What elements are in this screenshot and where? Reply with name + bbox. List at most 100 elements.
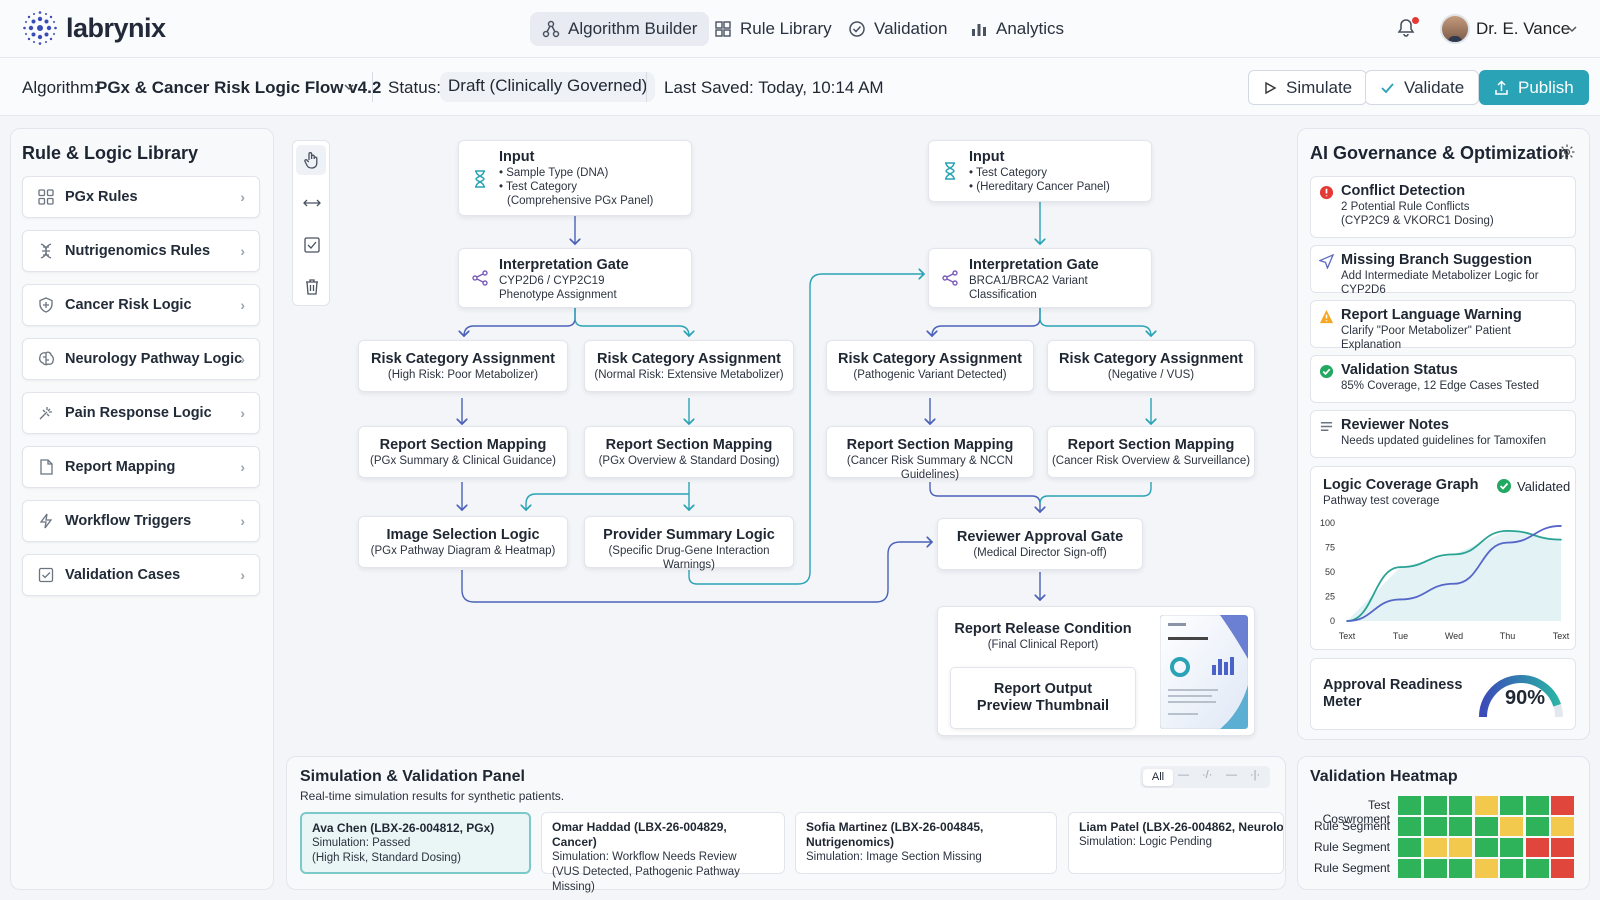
report-thumbnail-image[interactable] <box>1160 615 1248 729</box>
validation-status-card[interactable]: Validation Status 85% Coverage, 12 Edge … <box>1310 355 1576 403</box>
share-nodes-icon <box>472 270 488 286</box>
simulation-card-sofia-martinez[interactable]: Sofia Martinez (LBX-26-004845, Nutrigeno… <box>795 812 1057 874</box>
heatmap-cell[interactable] <box>1474 817 1498 836</box>
provider-summary-node[interactable]: Provider Summary Logic (Specific Drug-Ge… <box>584 516 794 571</box>
heatmap-cell[interactable] <box>1551 796 1574 815</box>
filter-option[interactable]: — <box>1178 769 1189 781</box>
simulation-card-ava-chen[interactable]: Ava Chen (LBX-26-004812, PGx) Simulation… <box>300 812 531 874</box>
node-title: Report Release Condition <box>954 621 1132 637</box>
pgx-risk-high-node[interactable]: Risk Category Assignment (High Risk: Poo… <box>358 340 568 392</box>
cancer-risk-pathogenic-node[interactable]: Risk Category Assignment (Pathogenic Var… <box>826 340 1034 392</box>
conflict-detection-card[interactable]: Conflict Detection 2 Potential Rule Conf… <box>1310 176 1576 238</box>
pgx-report-mapping-1[interactable]: Report Section Mapping (PGx Summary & Cl… <box>358 426 568 478</box>
series-area <box>1347 530 1561 621</box>
cancer-report-mapping-2[interactable]: Report Section Mapping (Cancer Risk Over… <box>1047 426 1255 478</box>
cancer-report-mapping-1[interactable]: Report Section Mapping (Cancer Risk Summ… <box>826 426 1034 481</box>
pgx-report-mapping-2[interactable]: Report Section Mapping (PGx Overview & S… <box>584 426 794 478</box>
reviewer-notes-card[interactable]: Reviewer Notes Needs updated guidelines … <box>1310 410 1576 458</box>
heatmap-cell[interactable] <box>1449 796 1472 815</box>
heatmap-cell[interactable] <box>1525 817 1549 836</box>
pgx-risk-normal-node[interactable]: Risk Category Assignment (Normal Risk: E… <box>584 340 794 392</box>
pgx-interpretation-gate[interactable]: Interpretation Gate CYP2D6 / CYP2C19 Phe… <box>458 248 692 308</box>
filter-all[interactable]: All <box>1143 769 1173 786</box>
filter-option[interactable]: — <box>1226 769 1237 781</box>
card-detail: 85% Coverage, 12 Edge Cases Tested <box>1341 380 1539 392</box>
simulation-detail: (VUS Detected, Pathogenic Pathway Missin… <box>552 866 740 893</box>
heatmap-cell[interactable] <box>1500 859 1523 878</box>
heatmap-cell[interactable] <box>1398 796 1421 815</box>
cancer-risk-negative-node[interactable]: Risk Category Assignment (Negative / VUS… <box>1047 340 1255 392</box>
node-title: Report Section Mapping <box>1067 437 1235 453</box>
hourglass-icon <box>475 170 485 188</box>
preview-label: Preview Thumbnail <box>976 698 1110 714</box>
heatmap-cell[interactable] <box>1525 796 1549 815</box>
heatmap-cell[interactable] <box>1449 859 1472 878</box>
preview-label: Report Output <box>993 681 1093 697</box>
heatmap-cell[interactable] <box>1398 859 1421 878</box>
gear-icon[interactable] <box>1558 143 1576 161</box>
filter-option[interactable]: ·|· <box>1250 769 1260 781</box>
logic-coverage-graph-card: Logic Coverage Graph Pathway test covera… <box>1310 466 1576 650</box>
data-point <box>1506 530 1509 532</box>
heatmap-cell[interactable] <box>1423 796 1447 815</box>
filter-option[interactable]: ·/· <box>1202 769 1212 781</box>
heatmap-cell[interactable] <box>1474 838 1498 857</box>
cancer-input-node[interactable]: Input • Test Category • (Hereditary Canc… <box>928 140 1152 202</box>
node-title: Report Section Mapping <box>846 437 1014 453</box>
node-detail: (Cancer Risk Summary & NCCN Guidelines) <box>846 455 1014 481</box>
card-detail: Clarify "Poor Metabolizer" Patient Expla… <box>1341 325 1511 351</box>
report-language-warning-card[interactable]: Report Language Warning Clarify "Poor Me… <box>1310 300 1576 351</box>
heatmap-cell[interactable] <box>1423 817 1447 836</box>
card-detail: Add Intermediate Metabolizer Logic for C… <box>1341 270 1539 296</box>
node-title: Report Section Mapping <box>605 437 773 453</box>
cancer-interpretation-gate[interactable]: Interpretation Gate BRCA1/BRCA2 Variant … <box>928 248 1152 308</box>
report-preview-button[interactable]: Report Output Preview Thumbnail <box>950 667 1136 729</box>
heatmap-cell[interactable] <box>1500 817 1523 836</box>
node-detail: Phenotype Assignment <box>499 289 617 301</box>
warning-icon <box>1319 309 1334 324</box>
simulation-card-omar-haddad[interactable]: Omar Haddad (LBX-26-004829, Cancer) Simu… <box>541 812 785 893</box>
heatmap-cell[interactable] <box>1474 796 1498 815</box>
card-detail: (CYP2C9 & VKORC1 Dosing) <box>1341 215 1494 227</box>
node-title: Risk Category Assignment <box>838 351 1022 367</box>
image-selection-node[interactable]: Image Selection Logic (PGx Pathway Diagr… <box>358 516 568 568</box>
heatmap-cell[interactable] <box>1398 838 1421 857</box>
simulation-title: Simulation & Validation Panel <box>300 768 525 785</box>
node-title: Input <box>969 149 1005 165</box>
node-detail: (PGx Pathway Diagram & Heatmap) <box>370 545 556 557</box>
simulation-subtitle: Real-time simulation results for synthet… <box>300 789 565 803</box>
simulation-result: Simulation: Passed <box>312 837 411 849</box>
node-detail: (Pathogenic Variant Detected) <box>853 369 1007 381</box>
missing-branch-card[interactable]: Missing Branch Suggestion Add Intermedia… <box>1310 245 1576 296</box>
simulation-result: Simulation: Workflow Needs Review <box>552 851 737 863</box>
heatmap-cell[interactable] <box>1449 838 1472 857</box>
x-tick-label: Text <box>1339 631 1356 641</box>
heatmap-cell[interactable] <box>1525 859 1549 878</box>
heatmap-cell[interactable] <box>1500 838 1523 857</box>
heatmap-cell[interactable] <box>1551 859 1574 878</box>
card-detail: 2 Potential Rule Conflicts <box>1341 201 1470 213</box>
data-point <box>1506 541 1509 544</box>
card-title: Conflict Detection <box>1341 183 1466 199</box>
node-title: Interpretation Gate <box>969 257 1099 273</box>
patient-name: Omar Haddad (LBX-26-004829, Cancer) <box>552 820 727 849</box>
heatmap-cell[interactable] <box>1500 796 1523 815</box>
reviewer-approval-gate[interactable]: Reviewer Approval Gate (Medical Director… <box>937 518 1143 570</box>
heatmap-cell[interactable] <box>1398 817 1421 836</box>
heatmap-cell[interactable] <box>1423 838 1447 857</box>
node-detail: (High Risk: Poor Metabolizer) <box>387 369 539 381</box>
x-tick-label: Wed <box>1445 631 1463 641</box>
heatmap-cell[interactable] <box>1474 859 1498 878</box>
heatmap-cell[interactable] <box>1423 859 1447 878</box>
node-detail: Classification <box>969 289 1037 301</box>
patient-name: Ava Chen (LBX-26-004812, PGx) <box>312 821 495 835</box>
heatmap-cell[interactable] <box>1449 817 1472 836</box>
pgx-input-node[interactable]: Input • Sample Type (DNA) • Test Categor… <box>458 140 692 216</box>
report-release-node[interactable]: Report Release Condition (Final Clinical… <box>937 606 1255 736</box>
node-title: Risk Category Assignment <box>1059 351 1243 367</box>
x-tick-label: Tue <box>1393 631 1408 641</box>
simulation-card-liam-patel[interactable]: Liam Patel (LBX-26-004862, Neurology) Si… <box>1068 812 1284 874</box>
heatmap-cell[interactable] <box>1525 838 1549 857</box>
heatmap-cell[interactable] <box>1551 817 1574 836</box>
heatmap-cell[interactable] <box>1551 838 1574 857</box>
